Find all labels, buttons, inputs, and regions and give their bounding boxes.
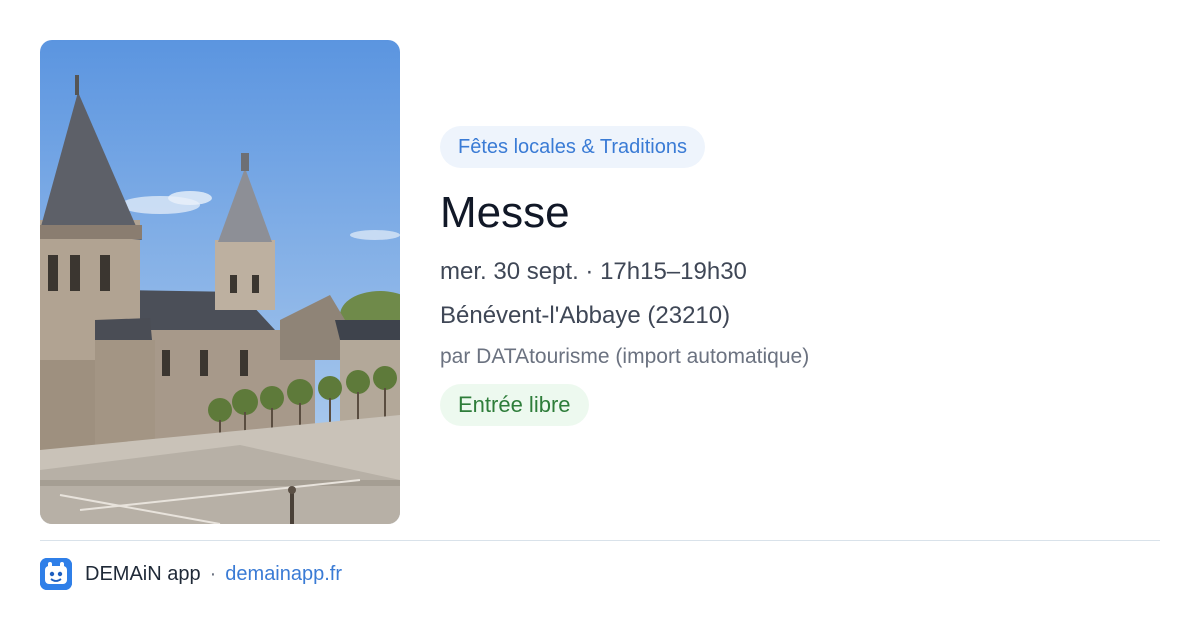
footer-divider <box>40 540 1160 541</box>
event-location: Bénévent-l'Abbaye (23210) <box>440 302 731 329</box>
event-source: par DATAtourisme (import automatique) <box>440 345 810 368</box>
event-info: Fêtes locales & Traditions Messe mer. 30… <box>440 126 1160 426</box>
website-link[interactable]: demainapp.fr <box>225 563 342 586</box>
brand-name: DEMAiN app <box>85 562 201 585</box>
church-photo <box>40 40 400 524</box>
footer-separator: · <box>209 562 217 585</box>
footer: DEMAiN app · demainapp.fr <box>40 558 342 590</box>
event-date-time: mer. 30 sept. · 17h15–19h30 <box>440 258 747 285</box>
category-badge: Fêtes locales & Traditions <box>440 126 705 168</box>
demain-logo-icon <box>40 558 72 590</box>
price-badge: Entrée libre <box>440 384 589 426</box>
event-title: Messe <box>440 188 570 237</box>
event-image <box>40 40 400 524</box>
